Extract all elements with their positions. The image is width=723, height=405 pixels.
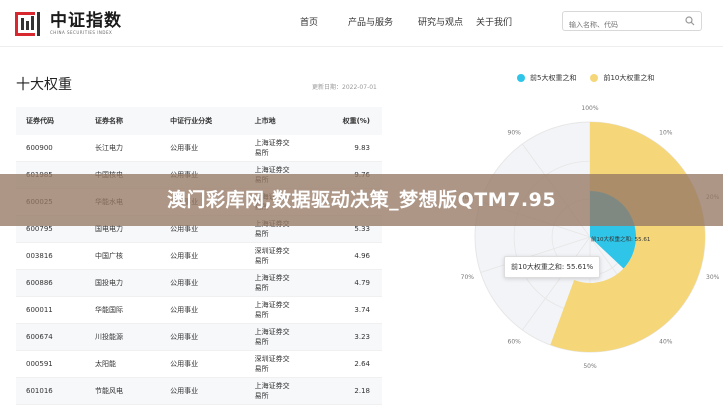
- cell-industry: 公用事业: [169, 377, 254, 405]
- main-nav: 首页 产品与服务 研究与观点 关于我们: [300, 15, 536, 28]
- nav-about-us[interactable]: 关于我们: [476, 15, 536, 28]
- cell-weight: 4.79: [326, 269, 382, 297]
- cell-weight: 2.18: [326, 377, 382, 405]
- market-line: 上海证券交: [254, 382, 290, 390]
- nav-research[interactable]: 研究与观点: [418, 15, 476, 28]
- market-line: 上海证券交: [254, 274, 290, 282]
- market-line: 易所: [254, 284, 269, 292]
- cell-code: 600886: [16, 269, 95, 297]
- market-line: 上海证券交: [254, 328, 290, 336]
- cell-industry: 公用事业: [169, 135, 254, 162]
- cell-market: 上海证券交易所: [253, 377, 327, 405]
- tick-label: 30%: [706, 274, 720, 281]
- cell-weight: 3.23: [326, 323, 382, 351]
- cell-weight: 9.83: [326, 135, 382, 162]
- market-line: 深圳证券交: [254, 355, 290, 363]
- cell-code: 600674: [16, 323, 95, 351]
- cell-industry: 公用事业: [169, 242, 254, 270]
- logo-subtitle: CHINA SECURITIES INDEX: [50, 30, 113, 35]
- data-label-top10: 前10大权重之和: 55.61: [591, 235, 650, 243]
- column-header-name[interactable]: 证券名称: [94, 107, 170, 135]
- overlay-banner: 澳门彩库网,数据驱动决策_梦想版QTM7.95: [0, 174, 723, 226]
- tick-label: 50%: [583, 363, 597, 370]
- cell-industry: 公用事业: [169, 296, 254, 324]
- cell-market: 上海证券交易所: [253, 296, 327, 324]
- market-line: 易所: [254, 230, 269, 238]
- table-title: 十大权重: [16, 77, 72, 93]
- cell-code: 601016: [16, 377, 95, 405]
- search-icon[interactable]: [685, 16, 695, 26]
- tick-label: 90%: [508, 130, 522, 137]
- market-line: 深圳证券交: [254, 247, 290, 255]
- cell-code: 000591: [16, 350, 95, 378]
- column-header-market[interactable]: 上市地: [253, 107, 327, 135]
- update-time: 更新日期：2022-07-01: [312, 84, 377, 91]
- cell-industry: 公用事业: [169, 350, 254, 378]
- market-line: 易所: [254, 257, 269, 265]
- search-input[interactable]: [563, 16, 679, 34]
- cell-market: 深圳证券交 易所: [253, 350, 327, 378]
- table-header-row: 证券代码 证券名称 中证行业分类 上市地 权重(%): [16, 107, 382, 135]
- cell-name: 长江电力: [94, 135, 170, 162]
- cell-market: 上海证券交易所: [253, 135, 327, 162]
- search-box: [562, 11, 702, 34]
- tick-label: 100%: [581, 105, 598, 112]
- column-header-code[interactable]: 证券代码: [16, 107, 95, 135]
- table-row[interactable]: 000591 太阳能 公用事业 深圳证券交 易所 2.64: [16, 350, 382, 378]
- table-row[interactable]: 600674 川投能源 公用事业 上海证券交 易所 3.23: [16, 323, 382, 351]
- tick-label: 70%: [461, 274, 475, 281]
- csi-logo-icon: [15, 12, 40, 36]
- market-line: 易所: [254, 365, 269, 373]
- cell-name: 国投电力: [94, 269, 170, 297]
- tick-label: 60%: [508, 338, 522, 345]
- cell-market: 上海证券交易所: [253, 323, 327, 351]
- table-row[interactable]: 601016 节能风电 公用事业 上海证券交 易所 2.18: [16, 377, 382, 405]
- cell-industry: 公用事业: [169, 323, 254, 351]
- cell-market: 上海证券交易所: [253, 269, 327, 297]
- column-header-industry[interactable]: 中证行业分类: [169, 107, 254, 135]
- market-line: 上海证券交: [254, 139, 290, 147]
- cell-weight: 4.96: [326, 242, 382, 270]
- cell-name: 中国广核: [94, 242, 170, 270]
- cell-weight: 3.74: [326, 296, 382, 324]
- chart-tooltip: 前10大权重之和: 55.61%: [504, 256, 601, 278]
- table-row[interactable]: 003816 中国广核 公用事业 深圳证券交 易所 4.96: [16, 242, 382, 270]
- cell-name: 川投能源: [94, 323, 170, 351]
- cell-code: 003816: [16, 242, 95, 270]
- cell-market: 深圳证券交 易所: [253, 242, 327, 270]
- logo-title: 中证指数: [50, 11, 122, 31]
- nav-products-services[interactable]: 产品与服务: [348, 15, 418, 28]
- market-line: 上海证券交: [254, 301, 290, 309]
- cell-name: 华能国际: [94, 296, 170, 324]
- weight-polar-chart: 100%10%20%30%40%50%60%70%80%90%前10大权重之和:…: [461, 105, 720, 370]
- cell-code: 600900: [16, 135, 95, 162]
- market-line: 易所: [254, 311, 269, 319]
- top-navigation-bar: 中证指数 CHINA SECURITIES INDEX 首页 产品与服务 研究与…: [0, 0, 723, 47]
- column-header-weight[interactable]: 权重(%): [326, 107, 382, 135]
- tick-label: 10%: [659, 130, 673, 137]
- table-row[interactable]: 600900 长江电力 公用事业 上海证券交 易所 9.83: [16, 135, 382, 162]
- cell-name: 节能风电: [94, 377, 170, 405]
- cell-name: 太阳能: [94, 350, 170, 378]
- tick-label: 40%: [659, 338, 673, 345]
- cell-industry: 公用事业: [169, 269, 254, 297]
- market-line: 易所: [254, 338, 269, 346]
- banner-text: 澳门彩库网,数据驱动决策_梦想版QTM7.95: [166, 189, 557, 211]
- cell-code: 600011: [16, 296, 95, 324]
- top-ten-weights-table: 证券代码 证券名称 中证行业分类 上市地 权重(%) 600900 长江电力 公用事…: [16, 107, 382, 405]
- csi-logo[interactable]: 中证指数 CHINA SECURITIES INDEX: [14, 10, 122, 38]
- cell-weight: 2.64: [326, 350, 382, 378]
- table-row[interactable]: 600011 华能国际 公用事业 上海证券交 易所 3.74: [16, 296, 382, 324]
- table-row[interactable]: 600886 国投电力 公用事业 上海证券交 易所 4.79: [16, 269, 382, 297]
- market-line: 易所: [254, 149, 269, 157]
